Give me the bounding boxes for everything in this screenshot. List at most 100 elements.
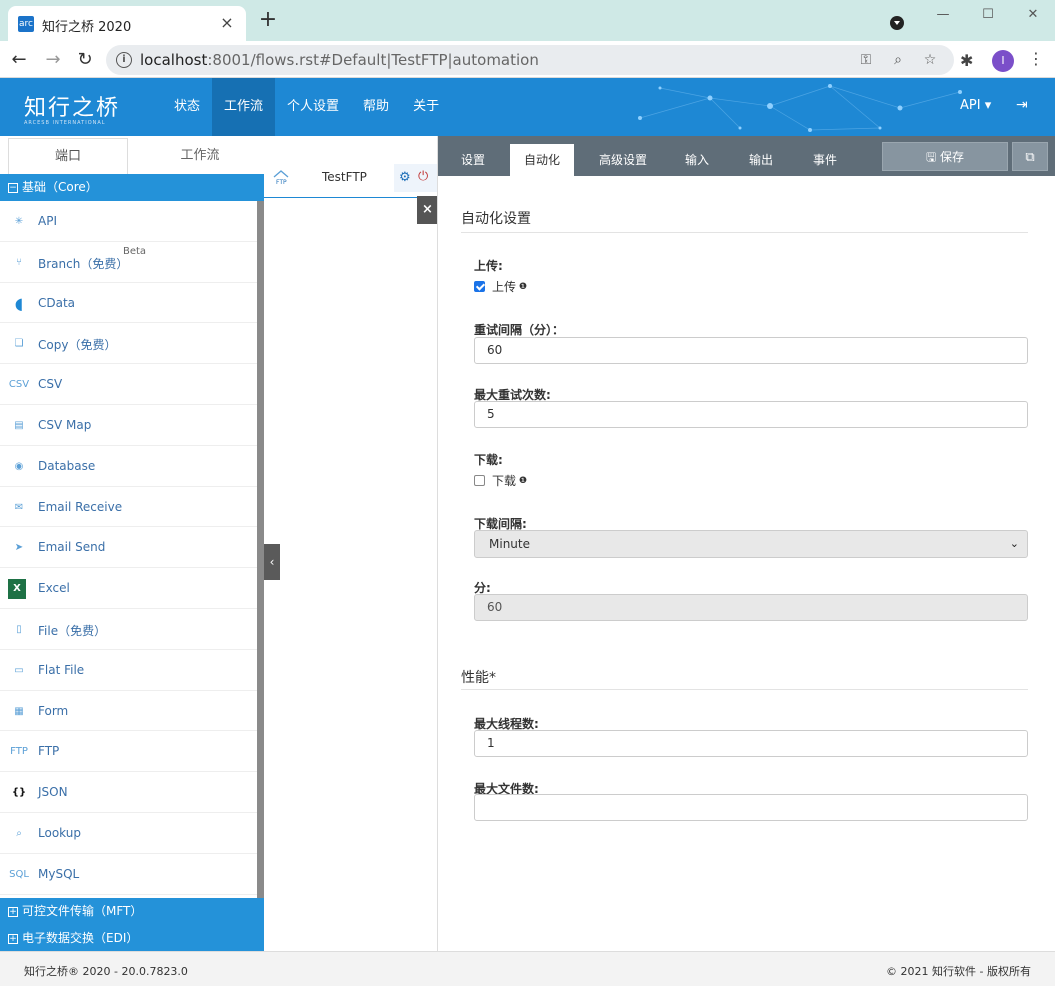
connector-item[interactable]: ✉ Email Receive [0, 487, 257, 528]
nav-flows[interactable]: 工作流 [212, 78, 276, 136]
star-bookmark-icon[interactable]: ☆ [920, 50, 940, 70]
open-external-icon[interactable]: ⧉ [1012, 142, 1048, 171]
download-interval-select[interactable]: Minute ⌄ [474, 530, 1028, 558]
key-icon[interactable]: ⚿ [856, 50, 876, 70]
logout-icon[interactable]: ⇥ [1016, 97, 1028, 113]
connector-item[interactable]: ⌕ Lookup [0, 813, 257, 854]
collapse-left-chevron-icon[interactable]: ‹ [264, 544, 280, 580]
app-header: 知行之桥 ARCESB INTERNATIONAL 状态 工作流 个人设置 帮助… [0, 78, 1055, 136]
max-threads-input[interactable]: 1 [474, 730, 1028, 757]
connector-item[interactable]: SQL MySQL [0, 854, 257, 895]
browser-menu-icon[interactable]: ⋮ [1028, 49, 1044, 69]
tab-input[interactable]: 输入 [672, 144, 722, 176]
connector-item[interactable]: ▦ Form [0, 691, 257, 732]
url-omnibox[interactable]: i localhost:8001/flows.rst#Default|TestF… [106, 45, 954, 75]
connector-item[interactable]: ➤ Email Send [0, 527, 257, 569]
section-automation-title: 自动化设置 [461, 211, 531, 227]
excel-icon: X [8, 579, 26, 600]
tab-ports[interactable]: 端口 [8, 138, 128, 174]
ftp-icon: FTP [272, 167, 290, 186]
tab-output[interactable]: 输出 [736, 144, 786, 176]
connector-label: JSON [38, 785, 68, 800]
connector-item[interactable]: ◉ Database [0, 446, 257, 487]
address-bar: ← → ↻ i localhost:8001/flows.rst#Default… [0, 41, 1055, 78]
upload-check-row[interactable]: 上传 ❶ [474, 278, 527, 295]
flow-canvas[interactable]: FTP TestFTP ⚙ ⏻ × ‹ [264, 136, 438, 951]
connector-item[interactable]: ▭ Flat File [0, 650, 257, 691]
expand-plus-icon: + [8, 933, 18, 944]
flat-file-icon: ▭ [14, 664, 24, 676]
browser-tabbar: arc 知行之桥 2020 × + — ☐ ✕ [0, 0, 1055, 41]
connector-scrollbar[interactable] [257, 201, 264, 898]
save-button[interactable]: 🖫 保存 [882, 142, 1008, 171]
connector-item[interactable]: ✳ API [0, 201, 257, 242]
download-checkbox[interactable] [474, 475, 485, 486]
nav-help[interactable]: 帮助 [351, 78, 401, 136]
file-icon: ▯ [16, 623, 22, 635]
scrollbar-thumb[interactable] [257, 201, 264, 898]
maximize-icon[interactable]: ☐ [977, 4, 999, 26]
info-icon[interactable]: ❶ [519, 282, 527, 292]
tab-flows[interactable]: 工作流 [136, 138, 264, 174]
gear-icon[interactable]: ⚙ [399, 170, 411, 185]
footer-version: 知行之桥® 2020 - 20.0.7823.0 [24, 965, 188, 978]
connector-item[interactable]: ▯ File（免费） [0, 609, 257, 650]
tab-search-icon[interactable] [890, 16, 904, 30]
group-mft[interactable]: + 可控文件传输（MFT） [0, 898, 264, 925]
max-files-input[interactable] [474, 794, 1028, 821]
zoom-icon[interactable]: ⌕ [888, 50, 908, 70]
connector-item[interactable]: ◖ CData [0, 283, 257, 324]
flow-node-testftp[interactable]: FTP TestFTP ⚙ ⏻ [264, 158, 438, 198]
section-divider [461, 232, 1028, 233]
connector-item[interactable]: ❏ Copy（免费） [0, 323, 257, 365]
tab-advanced[interactable]: 高级设置 [586, 144, 660, 176]
tab-close-icon[interactable]: × [216, 12, 238, 34]
email-receive-icon: ✉ [14, 501, 24, 513]
new-tab-plus-icon[interactable]: + [256, 9, 280, 33]
download-check-row[interactable]: 下载 ❶ [474, 472, 527, 489]
connector-item[interactable]: {} JSON [0, 772, 257, 813]
connector-item[interactable]: ▤ CSV Map [0, 405, 257, 446]
connector-label: File（免费） [38, 623, 107, 638]
retry-interval-label: 重试间隔（分）： [474, 323, 565, 337]
tab-settings[interactable]: 设置 [448, 144, 498, 176]
network-decoration-icon [638, 84, 962, 132]
connector-tabs: 端口 工作流 [0, 136, 264, 174]
nav-about[interactable]: 关于 [401, 78, 451, 136]
tab-events[interactable]: 事件 [800, 144, 850, 176]
connector-item[interactable]: CSV CSV [0, 364, 257, 405]
upload-checkbox[interactable] [474, 281, 485, 292]
max-retries-input[interactable]: 5 [474, 401, 1028, 428]
profile-avatar[interactable]: I [992, 50, 1014, 72]
back-arrow-icon[interactable]: ← [6, 47, 32, 73]
url-text[interactable]: localhost:8001/flows.rst#Default|TestFTP… [140, 51, 539, 69]
connector-label: CSV [38, 377, 63, 392]
connector-item[interactable]: X Excel [0, 568, 257, 609]
connector-label: API [38, 214, 57, 228]
window-close-icon[interactable]: ✕ [1022, 4, 1044, 26]
nav-profile[interactable]: 个人设置 [275, 78, 351, 136]
api-icon: ✳ [14, 216, 24, 227]
power-icon[interactable]: ⏻ [418, 169, 428, 184]
browser-tab[interactable]: arc 知行之桥 2020 × [8, 6, 246, 41]
close-panel-icon[interactable]: × [417, 196, 438, 224]
connector-item[interactable]: ⑂ Branch（免费） Beta [0, 242, 257, 283]
site-info-icon[interactable]: i [116, 52, 132, 68]
info-icon[interactable]: ❶ [519, 476, 527, 486]
connector-item[interactable]: FTP FTP [0, 731, 257, 773]
connector-label: Email Receive [38, 499, 123, 514]
download-check-label: 下载 [492, 474, 517, 488]
tab-automation[interactable]: 自动化 [510, 144, 574, 176]
minimize-icon[interactable]: — [932, 4, 954, 26]
reload-icon[interactable]: ↻ [72, 47, 98, 73]
group-edi[interactable]: + 电子数据交换（EDI） [0, 925, 264, 951]
api-dropdown[interactable]: API ▾ [960, 98, 991, 113]
group-core[interactable]: − 基础（Core） [0, 174, 264, 201]
retry-interval-input[interactable]: 60 [474, 337, 1028, 364]
forward-arrow-icon[interactable]: → [40, 47, 66, 73]
nav-status[interactable]: 状态 [162, 78, 212, 136]
database-icon: ◉ [14, 460, 24, 472]
extensions-puzzle-icon[interactable]: ✱ [960, 51, 973, 70]
brand-logo[interactable]: 知行之桥 ARCESB INTERNATIONAL [24, 90, 120, 126]
arc-favicon-icon: arc [18, 16, 34, 32]
